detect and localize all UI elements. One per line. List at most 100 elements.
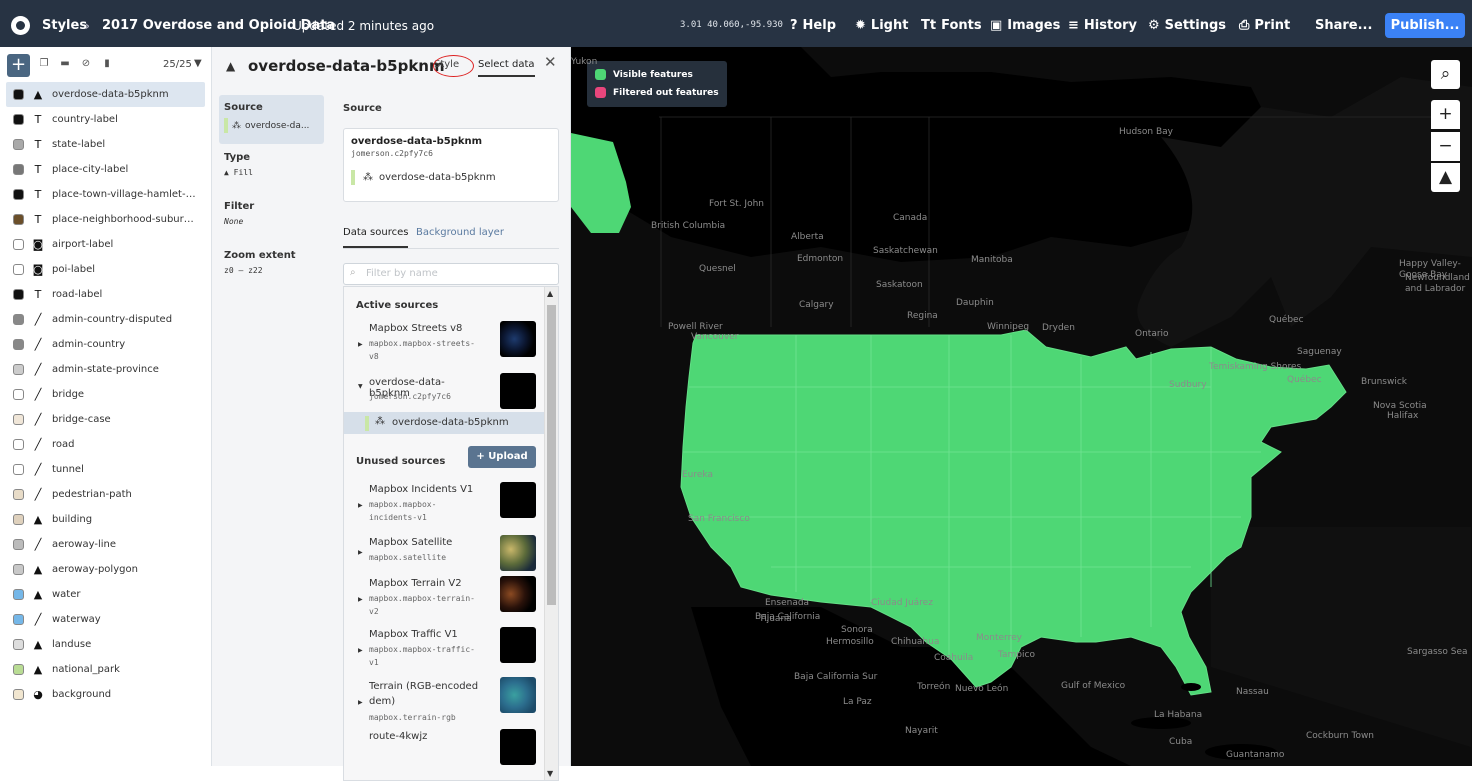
scroll-down-icon[interactable]: ▼ <box>547 769 553 778</box>
layer-row[interactable]: ╱ pedestrian-path <box>0 482 211 507</box>
trash-icon[interactable]: ▮ <box>101 58 113 70</box>
line-layer-icon: ╱ <box>34 338 42 351</box>
layer-row[interactable]: ▲ national_park <box>0 657 211 682</box>
editor-header: ▲ overdose-data-b5pknm Style Select data… <box>212 47 571 87</box>
zoom-in-button[interactable]: + <box>1431 100 1460 129</box>
close-icon[interactable]: ✕ <box>544 53 557 71</box>
source-item-traffic[interactable]: Mapbox Traffic V1 ▶ mapbox.mapbox-traffi… <box>344 627 544 667</box>
help-button[interactable]: ? Help <box>790 18 836 34</box>
layer-title[interactable]: overdose-data-b5pknm <box>248 57 445 75</box>
expand-arrow-icon[interactable]: ▶ <box>358 699 363 706</box>
layer-row[interactable]: ╱ admin-country-disputed <box>0 307 211 332</box>
expand-arrow-icon[interactable]: ▶ <box>358 596 363 603</box>
source-item-terrain-rgb[interactable]: Terrain (RGB-encoded dem) ▶ mapbox.terra… <box>344 677 544 722</box>
source-layer-row[interactable]: ⁂ overdose-data-b5pknm <box>351 170 551 185</box>
source-item-terrain[interactable]: Mapbox Terrain V2 ▶ mapbox.mapbox-terrai… <box>344 576 544 616</box>
help-icon: ? <box>790 18 798 33</box>
property-type[interactable]: Type ▲ Fill <box>219 145 324 184</box>
layer-row[interactable]: Tcountry-label <box>0 107 211 132</box>
scrollbar-thumb[interactable] <box>547 305 556 605</box>
filter-icon[interactable]: ▼ <box>194 58 202 69</box>
layer-row[interactable]: ▲ overdose-data-b5pknm <box>6 82 205 107</box>
duplicate-icon[interactable]: ❐ <box>38 58 50 70</box>
fonts-button[interactable]: Tt Fonts <box>921 18 982 34</box>
filter-sources-input[interactable]: ⌕ Filter by name <box>343 263 559 285</box>
expand-arrow-icon[interactable]: ▶ <box>358 647 363 654</box>
property-filter[interactable]: Filter None <box>219 194 324 233</box>
share-button[interactable]: Share... <box>1315 18 1372 34</box>
collapse-arrow-icon[interactable]: ▼ <box>358 383 363 390</box>
compass-button[interactable]: ▲ <box>1431 163 1460 192</box>
layer-row[interactable]: ╱ bridge-case <box>0 407 211 432</box>
layer-row[interactable]: ◙ poi-label <box>0 257 211 282</box>
layer-name: national_park <box>52 664 120 675</box>
expand-arrow-icon[interactable]: ▶ <box>358 502 363 509</box>
layer-row[interactable]: ▲ landuse <box>0 632 211 657</box>
settings-button[interactable]: ⚙ Settings <box>1148 18 1226 34</box>
layer-row[interactable]: ◕ background <box>0 682 211 707</box>
layer-row[interactable]: ▲ aeroway-polygon <box>0 557 211 582</box>
layer-row[interactable]: ╱ waterway <box>0 607 211 632</box>
top-bar: Styles › 2017 Overdose and Opioid Data U… <box>0 0 1472 47</box>
source-item-satellite[interactable]: Mapbox Satellite ▶ mapbox.satellite <box>344 535 544 575</box>
publish-button[interactable]: Publish... <box>1385 13 1465 38</box>
map-place-label: British Columbia <box>651 221 726 231</box>
folder-icon[interactable]: ▬ <box>59 58 71 70</box>
sources-list[interactable]: ▲ ▼ Active sources Mapbox Streets v8 ▶ ma… <box>343 286 559 781</box>
zoom-out-button[interactable]: − <box>1431 132 1460 161</box>
layer-row[interactable]: ╱ admin-country <box>0 332 211 357</box>
tab-background-layer[interactable]: Background layer <box>416 227 504 238</box>
images-button[interactable]: ▣ Images <box>990 18 1060 34</box>
map-place-label: Tampico <box>998 650 1035 660</box>
upload-button[interactable]: + Upload <box>468 446 536 468</box>
layer-row[interactable]: Tplace-town-village-hamlet-label <box>0 182 211 207</box>
source-item-overdose[interactable]: overdose-data-b5pknm ▼ jomerson.c2pfy7c6 <box>344 373 544 413</box>
expand-arrow-icon[interactable]: ▶ <box>358 341 363 348</box>
layer-row[interactable]: ▲ building <box>0 507 211 532</box>
layer-row[interactable]: Tplace-neighborhood-suburb-l... <box>0 207 211 232</box>
source-layer-overdose[interactable]: ⁂ overdose-data-b5pknm <box>344 412 544 434</box>
source-item-incidents[interactable]: Mapbox Incidents V1 ▶ mapbox.mapbox-inci… <box>344 482 544 522</box>
scroll-up-icon[interactable]: ▲ <box>547 289 553 298</box>
property-zoom[interactable]: Zoom extent z0 – z22 <box>219 243 324 282</box>
layer-name: airport-label <box>52 239 114 250</box>
layer-row[interactable]: ╱ road <box>0 432 211 457</box>
source-item-streets[interactable]: Mapbox Streets v8 ▶ mapbox.mapbox-street… <box>344 321 544 361</box>
layer-color-swatch <box>13 614 24 625</box>
breadcrumb-styles[interactable]: Styles <box>42 18 87 34</box>
layer-row[interactable]: ▲ water <box>0 582 211 607</box>
add-layer-button[interactable]: + <box>7 54 30 77</box>
tileset-icon: ⁂ <box>363 172 373 183</box>
layer-row[interactable]: ╱ bridge <box>0 382 211 407</box>
layer-row[interactable]: ╱ tunnel <box>0 457 211 482</box>
map-place-label: Cockburn Town <box>1306 731 1375 741</box>
print-button[interactable]: ⎙ Print <box>1239 18 1290 34</box>
tab-data-sources[interactable]: Data sources <box>343 227 409 248</box>
layer-row[interactable]: ╱ admin-state-province <box>0 357 211 382</box>
layer-row[interactable]: ╱ aeroway-line <box>0 532 211 557</box>
map-search-button[interactable]: ⌕ <box>1431 60 1460 89</box>
tab-select-data[interactable]: Select data <box>478 59 535 77</box>
layer-row[interactable]: Tplace-city-label <box>0 157 211 182</box>
layer-name: place-neighborhood-suburb-l... <box>52 214 197 225</box>
layer-row[interactable]: Tstate-label <box>0 132 211 157</box>
layer-color-swatch <box>13 514 24 525</box>
fill-layer-icon: ▲ <box>33 88 43 101</box>
map-place-label: Cuba <box>1169 737 1193 747</box>
expand-arrow-icon[interactable]: ▶ <box>358 549 363 556</box>
layer-color-swatch <box>13 214 24 225</box>
map-canvas[interactable]: Visible features Filtered out features ⌕… <box>571 47 1472 766</box>
source-item-route[interactable]: route-4kwjz <box>344 729 544 769</box>
hide-icon[interactable]: ⊘ <box>80 58 92 70</box>
light-button[interactable]: ✹ Light <box>855 18 908 34</box>
fonts-icon: Tt <box>921 18 937 33</box>
layer-row[interactable]: Troad-label <box>0 282 211 307</box>
scrollbar[interactable]: ▲ ▼ <box>544 287 558 780</box>
symbol-layer-icon: T <box>34 188 42 201</box>
fill-layer-icon: ▲ <box>33 588 43 601</box>
history-button[interactable]: ≡ History <box>1068 18 1137 34</box>
property-source[interactable]: Source ⁂ overdose-da... <box>219 95 324 144</box>
map-place-label: Alberta <box>791 232 824 242</box>
layer-row[interactable]: ◙ airport-label <box>0 232 211 257</box>
mapbox-logo-icon[interactable] <box>11 16 30 35</box>
